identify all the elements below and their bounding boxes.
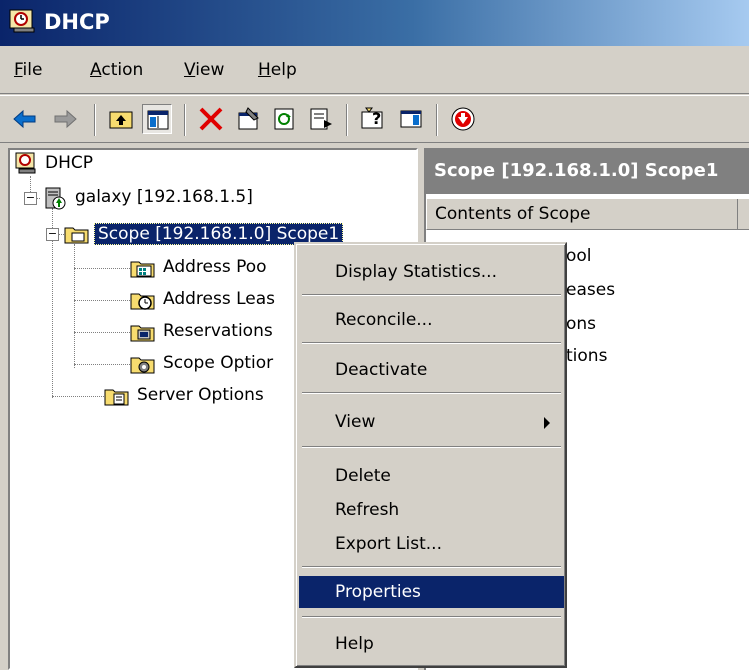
menu-item-label: Deactivate xyxy=(335,360,428,380)
reservations-icon xyxy=(130,320,156,344)
menu-bar: File Action View Help xyxy=(0,46,749,94)
menu-separator xyxy=(302,392,561,394)
tree-label: galaxy [192.168.1.5] xyxy=(75,187,253,207)
tree-connector xyxy=(74,364,130,365)
menu-view[interactable]: View xyxy=(184,60,224,80)
dhcp-window: DHCP File Action View Help ? − − DHCP ga… xyxy=(0,0,749,670)
menu-action[interactable]: Action xyxy=(90,60,143,80)
toolbar-separator xyxy=(184,104,186,136)
address-leases-icon xyxy=(130,288,156,312)
window-title: DHCP xyxy=(44,10,110,34)
toolbar-separator xyxy=(346,104,348,136)
tree-label: Address Leas xyxy=(163,289,276,309)
help-icon[interactable]: ? xyxy=(358,104,388,134)
menu-item-display-statistics[interactable]: Display Statistics... xyxy=(299,256,564,288)
tree-label: DHCP xyxy=(45,153,93,173)
collapse-toggle[interactable]: − xyxy=(24,192,37,205)
properties-icon[interactable] xyxy=(234,104,264,134)
tree-label: Scope Optior xyxy=(163,353,274,373)
delete-icon[interactable] xyxy=(196,104,226,134)
menu-item-label: View xyxy=(335,412,376,432)
export-list-icon[interactable] xyxy=(306,104,336,134)
list-item[interactable]: tions xyxy=(566,346,607,366)
menu-item-label: Display Statistics... xyxy=(335,262,497,282)
title-bar[interactable]: DHCP xyxy=(0,0,749,46)
menu-item-label: Delete xyxy=(335,466,391,486)
tree-label: Reservations xyxy=(163,321,273,341)
submenu-arrow-icon xyxy=(544,417,550,429)
dhcp-icon xyxy=(14,152,40,176)
dhcp-icon xyxy=(8,8,40,36)
menu-item-delete[interactable]: Delete xyxy=(299,460,564,492)
server-options-icon xyxy=(104,384,130,408)
tree-connector xyxy=(74,332,130,333)
menu-item-export-list[interactable]: Export List... xyxy=(299,528,564,560)
toolbar: ? xyxy=(0,95,749,143)
menu-separator xyxy=(302,446,561,448)
back-icon[interactable] xyxy=(10,104,40,134)
collapse-toggle[interactable]: − xyxy=(46,228,59,241)
show-hide-tree-icon[interactable] xyxy=(142,104,172,134)
server-icon xyxy=(42,186,68,210)
menu-item-label: Reconcile... xyxy=(335,310,433,330)
menu-separator xyxy=(302,342,561,344)
column-divider[interactable] xyxy=(737,199,738,229)
details-header: Scope [192.168.1.0] Scope1 xyxy=(426,148,749,194)
list-item[interactable]: ons xyxy=(566,314,596,334)
column-header-contents[interactable]: Contents of Scope xyxy=(426,198,749,230)
svg-text:?: ? xyxy=(372,109,381,128)
menu-item-label: Export List... xyxy=(335,534,442,554)
tree-label: Server Options xyxy=(137,385,264,405)
show-hide-action-pane-icon[interactable] xyxy=(396,104,426,134)
tree-connector xyxy=(52,396,104,397)
context-menu: Display Statistics... Reconcile... Deact… xyxy=(294,242,567,668)
menu-item-refresh[interactable]: Refresh xyxy=(299,494,564,526)
toolbar-separator xyxy=(436,104,438,136)
refresh-icon[interactable] xyxy=(270,104,300,134)
address-pool-icon xyxy=(130,256,156,280)
menu-file[interactable]: File xyxy=(14,60,42,80)
column-header-label: Contents of Scope xyxy=(435,204,591,224)
tree-label: Address Poo xyxy=(163,257,267,277)
menu-item-help[interactable]: Help xyxy=(299,628,564,660)
menu-help[interactable]: Help xyxy=(258,60,297,80)
menu-item-deactivate[interactable]: Deactivate xyxy=(299,354,564,386)
menu-item-label: Help xyxy=(335,634,374,654)
menu-item-label: Properties xyxy=(335,582,421,602)
up-folder-icon[interactable] xyxy=(106,104,136,134)
menu-separator xyxy=(302,616,561,618)
scope-folder-icon xyxy=(64,222,90,246)
menu-item-view[interactable]: View xyxy=(299,406,564,438)
list-item[interactable]: ool xyxy=(566,246,592,266)
scope-options-icon xyxy=(130,352,156,376)
menu-item-properties[interactable]: Properties xyxy=(299,576,564,608)
list-item[interactable]: eases xyxy=(566,280,615,300)
menu-separator xyxy=(302,294,561,296)
menu-separator xyxy=(302,566,561,568)
deactivate-icon[interactable] xyxy=(448,104,478,134)
menu-item-label: Refresh xyxy=(335,500,400,520)
forward-icon[interactable] xyxy=(50,104,80,134)
toolbar-separator xyxy=(94,104,96,136)
tree-connector xyxy=(74,268,130,269)
tree-connector xyxy=(74,300,130,301)
menu-item-reconcile[interactable]: Reconcile... xyxy=(299,304,564,336)
tree-connector xyxy=(74,244,75,368)
